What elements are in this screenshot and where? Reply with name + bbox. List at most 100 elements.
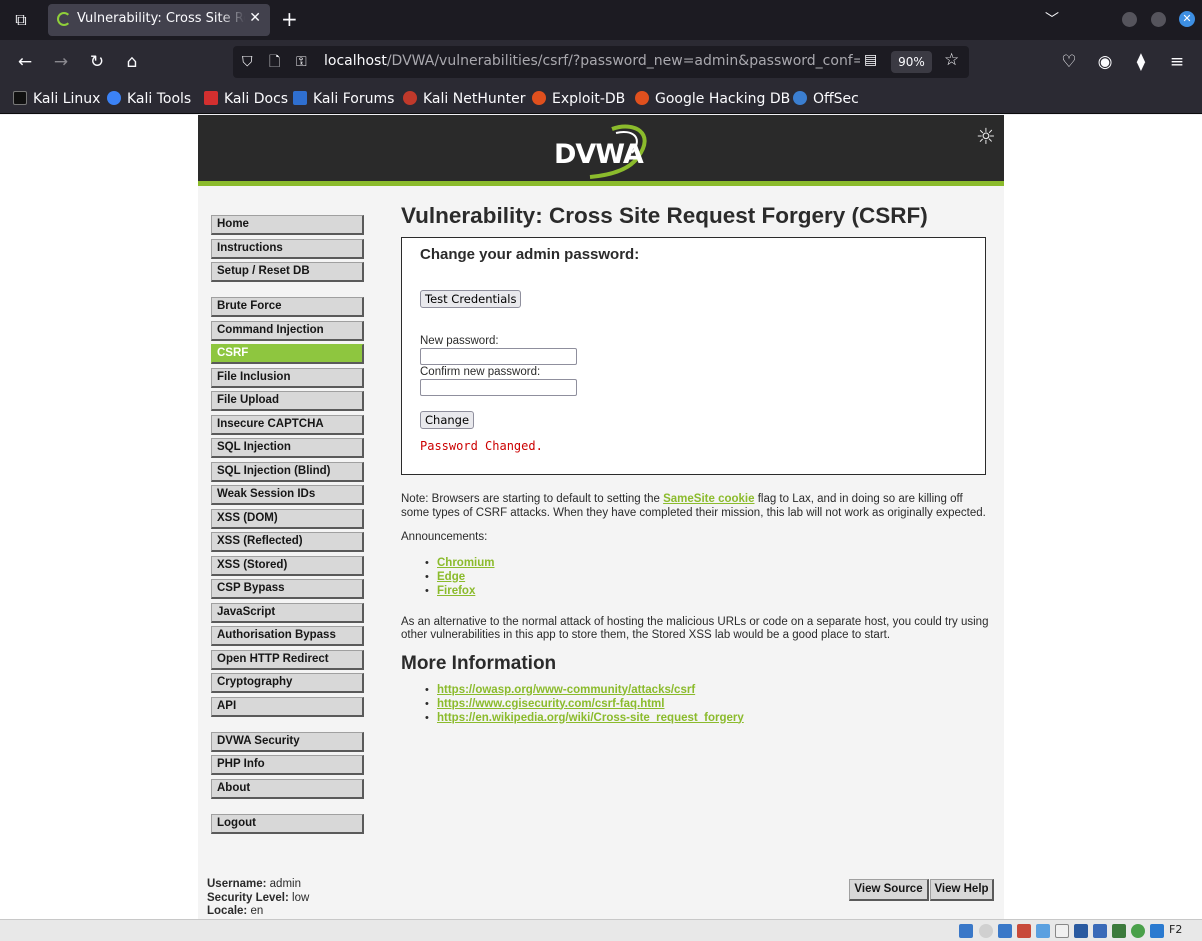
menu-item-about[interactable]: About xyxy=(211,778,364,799)
dvwa-menu: Home Instructions Setup / Reset DB Brute… xyxy=(211,215,364,849)
shared-folders-icon[interactable] xyxy=(1055,924,1069,938)
bookmark-kali-tools[interactable]: Kali Tools xyxy=(107,90,191,108)
menu-group-general: Home Instructions Setup / Reset DB xyxy=(211,215,364,282)
audio-icon[interactable] xyxy=(998,924,1012,938)
menu-item-authorisation-bypass[interactable]: Authorisation Bypass xyxy=(211,626,364,646)
tab-title: Vulnerability: Cross Site Request Forger… xyxy=(77,11,245,26)
network-icon[interactable] xyxy=(1017,924,1031,938)
home-icon[interactable]: ⌂ xyxy=(121,51,143,73)
vm-statusbar: F2 xyxy=(0,919,1202,941)
wikipedia-csrf-link[interactable]: https://en.wikipedia.org/wiki/Cross-site… xyxy=(437,712,744,724)
chromium-link[interactable]: Chromium xyxy=(437,557,495,569)
page-viewport: DVWA ☼ Home Instructions Setup / Reset D… xyxy=(0,115,1202,919)
pocket-icon[interactable]: ♡ xyxy=(1058,51,1080,73)
test-credentials-button[interactable]: Test Credentials xyxy=(420,290,522,308)
more-info-links: https://owasp.org/www-community/attacks/… xyxy=(425,683,989,725)
menu-item-xss-dom[interactable]: XSS (DOM) xyxy=(211,508,364,529)
new-password-input[interactable] xyxy=(420,348,577,365)
firefox-link[interactable]: Firefox xyxy=(437,585,475,597)
locale-label: Locale: xyxy=(207,905,248,917)
theme-toggle-icon[interactable]: ☼ xyxy=(976,125,996,150)
menu-item-api[interactable]: API xyxy=(211,696,364,717)
address-bar[interactable]: ⛉ 🗋 ⚿ localhost/DVWA/vulnerabilities/csr… xyxy=(233,46,969,78)
menu-item-command-injection[interactable]: Command Injection xyxy=(211,320,364,341)
close-tab-icon[interactable]: ✕ xyxy=(249,10,261,26)
cgisecurity-link[interactable]: https://www.cgisecurity.com/csrf-faq.htm… xyxy=(437,698,664,710)
forward-arrow-icon[interactable]: → xyxy=(50,51,72,73)
menu-item-open-http-redirect[interactable]: Open HTTP Redirect xyxy=(211,649,364,670)
kali-forums-icon xyxy=(293,91,307,105)
owasp-csrf-link[interactable]: https://owasp.org/www-community/attacks/… xyxy=(437,684,695,696)
menu-item-cryptography[interactable]: Cryptography xyxy=(211,673,364,693)
page-info-icon[interactable]: 🗋 xyxy=(269,52,280,72)
list-all-tabs-icon[interactable]: ⧉ xyxy=(10,9,32,31)
account-icon[interactable]: ◉ xyxy=(1094,51,1116,73)
hard-disk-icon[interactable] xyxy=(959,924,973,938)
back-arrow-icon[interactable]: ← xyxy=(14,51,36,73)
reload-icon[interactable]: ↻ xyxy=(86,51,108,73)
bookmark-star-icon[interactable]: ☆ xyxy=(944,50,959,70)
edge-link[interactable]: Edge xyxy=(437,571,465,583)
menu-item-sql-injection-blind[interactable]: SQL Injection (Blind) xyxy=(211,461,364,482)
menu-item-file-inclusion[interactable]: File Inclusion xyxy=(211,367,364,388)
menu-item-dvwa-security[interactable]: DVWA Security xyxy=(211,731,364,752)
optical-drive-icon[interactable] xyxy=(979,924,993,938)
change-button[interactable]: Change xyxy=(420,411,475,429)
menu-item-insecure-captcha[interactable]: Insecure CAPTCHA xyxy=(211,414,364,435)
locale-row: Locale: en xyxy=(207,905,309,919)
menu-item-file-upload[interactable]: File Upload xyxy=(211,391,364,411)
announcements-label: Announcements: xyxy=(401,531,488,543)
close-window-icon[interactable]: ✕ xyxy=(1179,11,1195,27)
list-item: https://www.cgisecurity.com/csrf-faq.htm… xyxy=(425,697,989,711)
menu-item-javascript[interactable]: JavaScript xyxy=(211,602,364,623)
menu-item-xss-reflected[interactable]: XSS (Reflected) xyxy=(211,532,364,552)
menu-item-setup[interactable]: Setup / Reset DB xyxy=(211,262,364,282)
bookmark-offsec[interactable]: OffSec xyxy=(793,90,859,108)
menu-item-csp-bypass[interactable]: CSP Bypass xyxy=(211,579,364,599)
bookmark-kali-linux[interactable]: Kali Linux xyxy=(13,90,100,108)
bookmark-google-hacking-db[interactable]: Google Hacking DB xyxy=(635,90,790,108)
menu-item-instructions[interactable]: Instructions xyxy=(211,238,364,259)
usb-icon[interactable] xyxy=(1036,924,1050,938)
menu-item-logout[interactable]: Logout xyxy=(211,813,364,834)
cpu-icon[interactable] xyxy=(1112,924,1126,938)
bookmark-kali-forums[interactable]: Kali Forums xyxy=(293,90,394,108)
view-source-button[interactable]: View Source xyxy=(849,879,929,901)
list-item: https://en.wikipedia.org/wiki/Cross-site… xyxy=(425,711,989,725)
host-key-label: F2 xyxy=(1169,923,1183,936)
menu-item-brute-force[interactable]: Brute Force xyxy=(211,297,364,317)
view-help-button[interactable]: View Help xyxy=(930,879,994,901)
menu-item-weak-session-ids[interactable]: Weak Session IDs xyxy=(211,485,364,505)
new-tab-icon[interactable]: + xyxy=(281,8,298,30)
tracking-shield-icon[interactable]: ⛉ xyxy=(242,52,253,72)
locale-value: en xyxy=(250,905,264,917)
permissions-key-icon[interactable]: ⚿ xyxy=(296,52,307,72)
chevron-down-icon[interactable]: ﹀ xyxy=(1045,9,1059,29)
kali-tools-icon xyxy=(107,91,121,105)
browser-navbar: ← → ↻ ⌂ ⛉ 🗋 ⚿ localhost/DVWA/vulnerabili… xyxy=(0,40,1202,84)
bookmark-kali-docs[interactable]: Kali Docs xyxy=(204,90,288,108)
reader-view-icon[interactable]: ▤ xyxy=(864,52,877,68)
menu-item-csrf[interactable]: CSRF xyxy=(211,344,364,364)
recording-icon[interactable] xyxy=(1093,924,1107,938)
active-tab[interactable]: Vulnerability: Cross Site Request Forger… xyxy=(48,4,270,36)
menu-item-sql-injection[interactable]: SQL Injection xyxy=(211,438,364,458)
menu-item-php-info[interactable]: PHP Info xyxy=(211,755,364,775)
maximize-window-icon[interactable] xyxy=(1151,12,1166,27)
bookmarks-toolbar: Kali Linux Kali Tools Kali Docs Kali For… xyxy=(0,84,1202,114)
bookmark-exploit-db[interactable]: Exploit-DB xyxy=(532,90,625,108)
url-text[interactable]: localhost/DVWA/vulnerabilities/csrf/?pas… xyxy=(324,53,860,69)
guest-additions-icon[interactable] xyxy=(1131,924,1145,938)
mouse-integration-icon[interactable] xyxy=(1150,924,1164,938)
menu-item-xss-stored[interactable]: XSS (Stored) xyxy=(211,555,364,576)
hamburger-menu-icon[interactable]: ≡ xyxy=(1166,51,1188,73)
extensions-icon[interactable]: ⧫ xyxy=(1130,51,1152,73)
menu-item-home[interactable]: Home xyxy=(211,215,364,235)
ghdb-icon xyxy=(635,91,649,105)
samesite-cookie-link[interactable]: SameSite cookie xyxy=(663,493,754,505)
zoom-level-badge[interactable]: 90% xyxy=(891,51,932,73)
bookmark-kali-nethunter[interactable]: Kali NetHunter xyxy=(403,90,525,108)
minimize-window-icon[interactable] xyxy=(1122,12,1137,27)
confirm-password-input[interactable] xyxy=(420,379,577,396)
display-icon[interactable] xyxy=(1074,924,1088,938)
